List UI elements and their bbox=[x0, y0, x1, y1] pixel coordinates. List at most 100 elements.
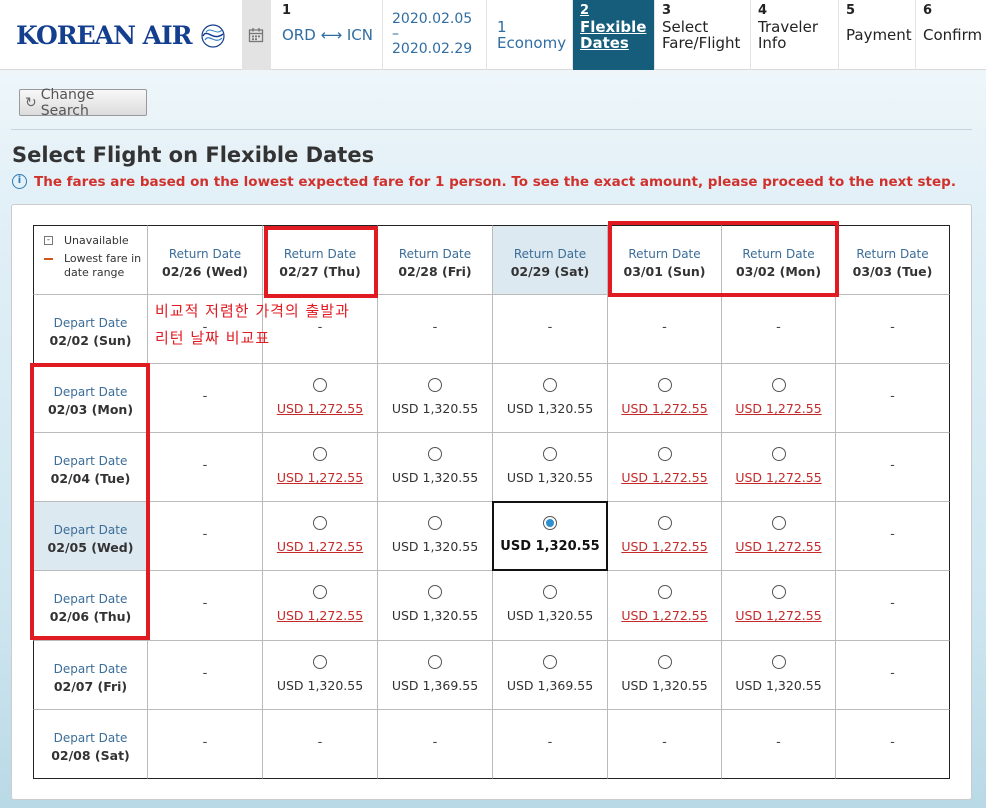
fare-price: USD 1,320.55 bbox=[506, 470, 594, 485]
return-date-header[interactable]: Return Date 03/03 (Tue) bbox=[836, 225, 950, 295]
fare-radio[interactable] bbox=[543, 516, 557, 530]
fare-radio[interactable] bbox=[771, 516, 786, 530]
fare-cell[interactable]: USD 1,320.55 bbox=[263, 641, 378, 710]
return-date-label: Return Date bbox=[398, 247, 472, 261]
fare-cell[interactable]: USD 1,272.55 bbox=[722, 364, 836, 433]
step-traveler-info[interactable]: 4 Traveler Info bbox=[750, 0, 838, 70]
change-search-button[interactable]: ↻ Change Search bbox=[19, 86, 147, 119]
lowest-fare-price: USD 1,272.55 bbox=[621, 608, 708, 623]
top-header: KOREAN AIR 1 ORD ⟷ ICN 2020.02.05 – 2020… bbox=[0, 0, 986, 70]
fare-radio[interactable] bbox=[313, 655, 327, 669]
fare-cell[interactable]: USD 1,369.55 bbox=[493, 641, 608, 710]
fare-radio[interactable] bbox=[428, 378, 442, 392]
fare-cell[interactable]: USD 1,272.55 bbox=[722, 502, 836, 571]
step-flexible-dates[interactable]: 2 Flexible Dates bbox=[572, 0, 654, 70]
fare-cell-unavailable: - bbox=[148, 571, 263, 641]
fare-cell-unavailable: - bbox=[722, 295, 836, 364]
fare-cell[interactable]: USD 1,320.55 bbox=[492, 501, 608, 571]
fare-radio[interactable] bbox=[313, 585, 327, 599]
step-number: 5 bbox=[846, 3, 856, 18]
fare-cell[interactable]: USD 1,369.55 bbox=[378, 641, 493, 710]
fare-cell[interactable]: USD 1,320.55 bbox=[378, 571, 493, 641]
fare-radio[interactable] bbox=[657, 516, 672, 530]
fare-cell[interactable]: USD 1,272.55 bbox=[608, 571, 722, 641]
return-date-label: Return Date bbox=[856, 247, 929, 261]
fare-price: USD 1,320.55 bbox=[391, 470, 479, 485]
fare-cell-unavailable: - bbox=[148, 641, 263, 710]
fare-radio[interactable] bbox=[313, 378, 327, 392]
fare-radio[interactable] bbox=[428, 447, 442, 461]
fare-cell[interactable]: USD 1,272.55 bbox=[263, 571, 378, 641]
fare-cell[interactable]: USD 1,272.55 bbox=[263, 433, 378, 502]
fare-cell[interactable]: USD 1,272.55 bbox=[263, 364, 378, 433]
fare-radio[interactable] bbox=[657, 585, 672, 599]
step-payment[interactable]: 5 Payment bbox=[838, 0, 915, 70]
fare-price: USD 1,320.55 bbox=[735, 678, 822, 693]
lowest-fare-price: USD 1,272.55 bbox=[621, 470, 708, 485]
annotation-box-return-0227 bbox=[264, 226, 378, 298]
taeguk-swirl-icon bbox=[200, 24, 225, 48]
depart-date-header[interactable]: Depart Date 02/07 (Fri) bbox=[33, 641, 148, 710]
return-date-header[interactable]: Return Date 02/28 (Fri) bbox=[378, 225, 493, 295]
travel-dates[interactable]: 2020.02.05 – 2020.02.29 bbox=[382, 0, 486, 70]
fare-cell[interactable]: USD 1,320.55 bbox=[493, 433, 608, 502]
fare-radio[interactable] bbox=[428, 516, 442, 530]
korean-air-logo[interactable]: KOREAN AIR bbox=[16, 20, 228, 50]
fare-radio[interactable] bbox=[771, 378, 786, 392]
divider bbox=[11, 129, 972, 130]
fare-cell-unavailable: - bbox=[493, 295, 608, 364]
fare-cell[interactable]: USD 1,320.55 bbox=[493, 364, 608, 433]
fare-cell[interactable]: USD 1,320.55 bbox=[378, 433, 493, 502]
step-confirm[interactable]: 6 Confirm bbox=[915, 0, 986, 70]
fare-radio[interactable] bbox=[543, 378, 557, 392]
lowest-fare-price: USD 1,272.55 bbox=[276, 470, 364, 485]
fare-cell[interactable]: USD 1,272.55 bbox=[608, 364, 722, 433]
fare-cell[interactable]: USD 1,272.55 bbox=[722, 571, 836, 641]
no-fare-dash: - bbox=[776, 735, 781, 750]
depart-date-label: Depart Date bbox=[53, 662, 128, 676]
fare-radio[interactable] bbox=[428, 655, 442, 669]
fare-radio[interactable] bbox=[543, 585, 557, 599]
annotation-note: 비교적 저렴한 가격의 출발과 리턴 날짜 비교표 bbox=[155, 298, 350, 352]
passenger-cabin[interactable]: 1 Economy bbox=[486, 0, 572, 70]
fare-radio[interactable] bbox=[771, 655, 786, 669]
fare-price: USD 1,320.55 bbox=[391, 401, 479, 416]
step-route[interactable]: 1 ORD ⟷ ICN bbox=[270, 0, 382, 70]
step-number: 6 bbox=[923, 3, 933, 18]
fare-radio[interactable] bbox=[313, 516, 327, 530]
depart-date-header[interactable]: Depart Date 02/02 (Sun) bbox=[33, 295, 148, 364]
depart-date-header[interactable]: Depart Date 02/08 (Sat) bbox=[33, 710, 148, 779]
fare-radio[interactable] bbox=[543, 655, 557, 669]
fare-radio[interactable] bbox=[657, 447, 672, 461]
fare-radio[interactable] bbox=[771, 585, 786, 599]
fare-cell-unavailable: - bbox=[493, 710, 608, 779]
calendar-icon-cell[interactable] bbox=[242, 0, 270, 70]
fare-cell[interactable]: USD 1,272.55 bbox=[608, 433, 722, 502]
fare-cell[interactable]: USD 1,272.55 bbox=[608, 502, 722, 571]
fare-price: USD 1,320.55 bbox=[276, 678, 364, 693]
fare-radio[interactable] bbox=[428, 585, 442, 599]
step-select-fare[interactable]: 3 Select Fare/Flight bbox=[654, 0, 750, 70]
change-search-label: Change Search bbox=[40, 86, 95, 119]
fare-radio[interactable] bbox=[657, 378, 672, 392]
fare-cell-unavailable: - bbox=[148, 502, 263, 571]
no-fare-dash: - bbox=[890, 666, 895, 681]
fare-cell[interactable]: USD 1,320.55 bbox=[378, 364, 493, 433]
fare-radio[interactable] bbox=[657, 655, 672, 669]
return-date-value: 02/29 (Sat) bbox=[510, 264, 590, 279]
step-label: Select Fare/Flight bbox=[662, 18, 741, 52]
fare-cell-unavailable: - bbox=[836, 710, 950, 779]
fare-price: USD 1,369.55 bbox=[391, 678, 479, 693]
fare-radio[interactable] bbox=[771, 447, 786, 461]
fare-cell[interactable]: USD 1,320.55 bbox=[493, 571, 608, 641]
fare-radio[interactable] bbox=[313, 447, 327, 461]
fare-radio[interactable] bbox=[543, 447, 557, 461]
fare-cell[interactable]: USD 1,272.55 bbox=[263, 502, 378, 571]
return-date-header[interactable]: Return Date 02/26 (Wed) bbox=[148, 225, 263, 295]
fare-cell[interactable]: USD 1,272.55 bbox=[722, 433, 836, 502]
return-date-header[interactable]: Return Date 02/29 (Sat) bbox=[493, 225, 608, 295]
fare-cell[interactable]: USD 1,320.55 bbox=[608, 641, 722, 710]
fare-cell[interactable]: USD 1,320.55 bbox=[722, 641, 836, 710]
legend-lowest-fare: Lowest fare in date range bbox=[44, 252, 141, 280]
fare-cell[interactable]: USD 1,320.55 bbox=[378, 502, 493, 571]
